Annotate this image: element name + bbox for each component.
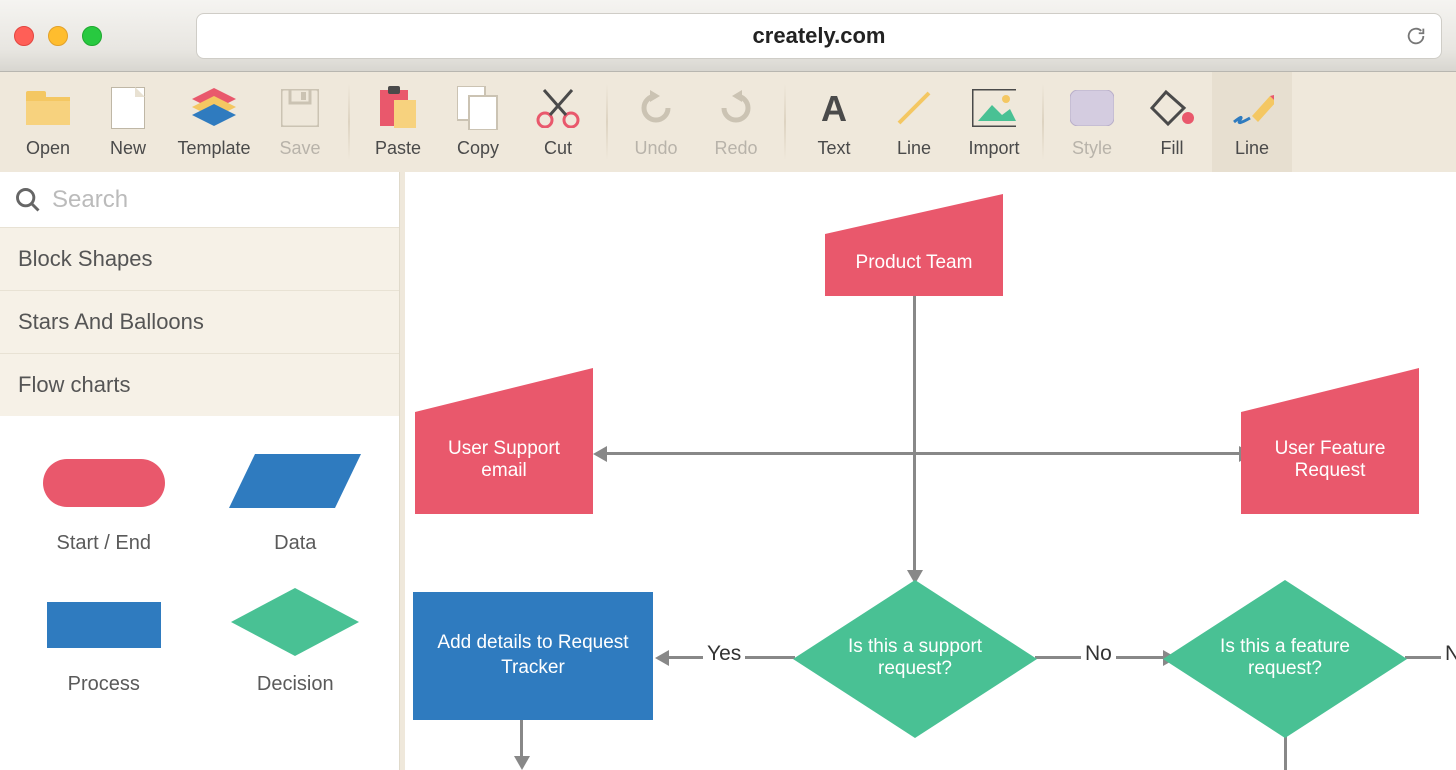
image-icon <box>972 86 1016 130</box>
category-flow-charts[interactable]: Flow charts <box>0 354 399 416</box>
window-controls <box>14 26 102 46</box>
connector[interactable] <box>603 452 1241 455</box>
cut-label: Cut <box>544 138 572 159</box>
save-button[interactable]: Save <box>260 72 340 172</box>
fullscreen-window-button[interactable] <box>82 26 102 46</box>
arrow-head-icon <box>655 650 669 666</box>
arrow-head-icon <box>593 446 607 462</box>
template-icon <box>192 86 236 130</box>
open-button[interactable]: Open <box>8 72 88 172</box>
new-label: New <box>110 138 146 159</box>
text-label: Text <box>817 138 850 159</box>
node-user-feature-request[interactable]: User FeatureRequest <box>1241 368 1419 514</box>
content-area: Block Shapes Stars And Balloons Flow cha… <box>0 172 1456 770</box>
open-label: Open <box>26 138 70 159</box>
svg-text:Product Team: Product Team <box>856 252 973 273</box>
save-icon <box>278 86 322 130</box>
line-style-label: Line <box>1235 138 1269 159</box>
arrow-head-icon <box>514 756 530 770</box>
shape-sidebar: Block Shapes Stars And Balloons Flow cha… <box>0 172 400 770</box>
browser-chrome: creately.com <box>0 0 1456 72</box>
cut-button[interactable]: Cut <box>518 72 598 172</box>
toolbar-separator <box>606 84 608 160</box>
style-button[interactable]: Style <box>1052 72 1132 172</box>
import-label: Import <box>968 138 1019 159</box>
shape-decision[interactable]: Decision <box>200 575 392 716</box>
new-file-icon <box>106 86 150 130</box>
paint-bucket-icon <box>1150 86 1194 130</box>
node-add-details[interactable]: Add details to Request Tracker <box>413 592 653 720</box>
close-window-button[interactable] <box>14 26 34 46</box>
address-bar[interactable]: creately.com <box>196 13 1442 59</box>
new-button[interactable]: New <box>88 72 168 172</box>
undo-button[interactable]: Undo <box>616 72 696 172</box>
style-icon <box>1070 86 1114 130</box>
undo-label: Undo <box>634 138 677 159</box>
reload-icon[interactable] <box>1405 25 1427 47</box>
save-label: Save <box>279 138 320 159</box>
toolbar-separator <box>784 84 786 160</box>
category-stars-balloons[interactable]: Stars And Balloons <box>0 291 399 354</box>
search-row <box>0 172 399 228</box>
fill-button[interactable]: Fill <box>1132 72 1212 172</box>
line-label: Line <box>897 138 931 159</box>
undo-icon <box>634 86 678 130</box>
paste-button[interactable]: Paste <box>358 72 438 172</box>
edge-label-no-partial: N <box>1441 642 1456 666</box>
template-button[interactable]: Template <box>168 72 260 172</box>
connector[interactable] <box>913 296 916 574</box>
shape-label: Process <box>68 673 140 696</box>
shape-label: Start / End <box>57 532 152 555</box>
node-is-feature[interactable]: Is this a featurerequest? <box>1163 580 1407 738</box>
node-user-support-email[interactable]: User Supportemail <box>415 368 593 514</box>
connector[interactable] <box>520 720 523 760</box>
redo-button[interactable]: Redo <box>696 72 776 172</box>
edge-label-no: No <box>1081 642 1116 666</box>
node-text: Add details to Request Tracker <box>413 631 653 680</box>
pencil-line-icon <box>1230 86 1274 130</box>
style-label: Style <box>1072 138 1112 159</box>
copy-label: Copy <box>457 138 499 159</box>
text-tool-button[interactable]: A Text <box>794 72 874 172</box>
line-style-button[interactable]: Line <box>1212 72 1292 172</box>
shape-palette[interactable]: Start / End Data Process Decision <box>0 416 399 770</box>
diagram-canvas[interactable]: Yes No N Product Team User Supportemail … <box>400 172 1456 770</box>
shape-start-end[interactable]: Start / End <box>8 434 200 575</box>
shape-process[interactable]: Process <box>8 575 200 716</box>
import-button[interactable]: Import <box>954 72 1034 172</box>
category-block-shapes[interactable]: Block Shapes <box>0 228 399 291</box>
template-label: Template <box>177 138 250 159</box>
shape-label: Data <box>274 532 316 555</box>
search-icon <box>14 186 42 214</box>
minimize-window-button[interactable] <box>48 26 68 46</box>
text-icon: A <box>812 86 856 130</box>
redo-icon <box>714 86 758 130</box>
shape-label: Decision <box>257 673 334 696</box>
paste-icon <box>376 86 420 130</box>
line-icon <box>892 86 936 130</box>
toolbar-separator <box>348 84 350 160</box>
svg-text:A: A <box>821 89 847 127</box>
edge-label-yes: Yes <box>703 642 745 666</box>
main-toolbar: Open New Template Save Paste Copy C <box>0 72 1456 172</box>
fill-label: Fill <box>1161 138 1184 159</box>
shape-search-input[interactable] <box>52 186 385 214</box>
category-list: Block Shapes Stars And Balloons Flow cha… <box>0 228 399 416</box>
copy-button[interactable]: Copy <box>438 72 518 172</box>
folder-icon <box>26 86 70 130</box>
shape-data[interactable]: Data <box>200 434 392 575</box>
copy-icon <box>456 86 500 130</box>
node-is-support[interactable]: Is this a supportrequest? <box>793 580 1037 738</box>
scissors-icon <box>536 86 580 130</box>
redo-label: Redo <box>714 138 757 159</box>
toolbar-separator <box>1042 84 1044 160</box>
line-tool-button[interactable]: Line <box>874 72 954 172</box>
paste-label: Paste <box>375 138 421 159</box>
address-bar-text: creately.com <box>753 23 886 49</box>
node-product-team[interactable]: Product Team <box>825 194 1003 296</box>
